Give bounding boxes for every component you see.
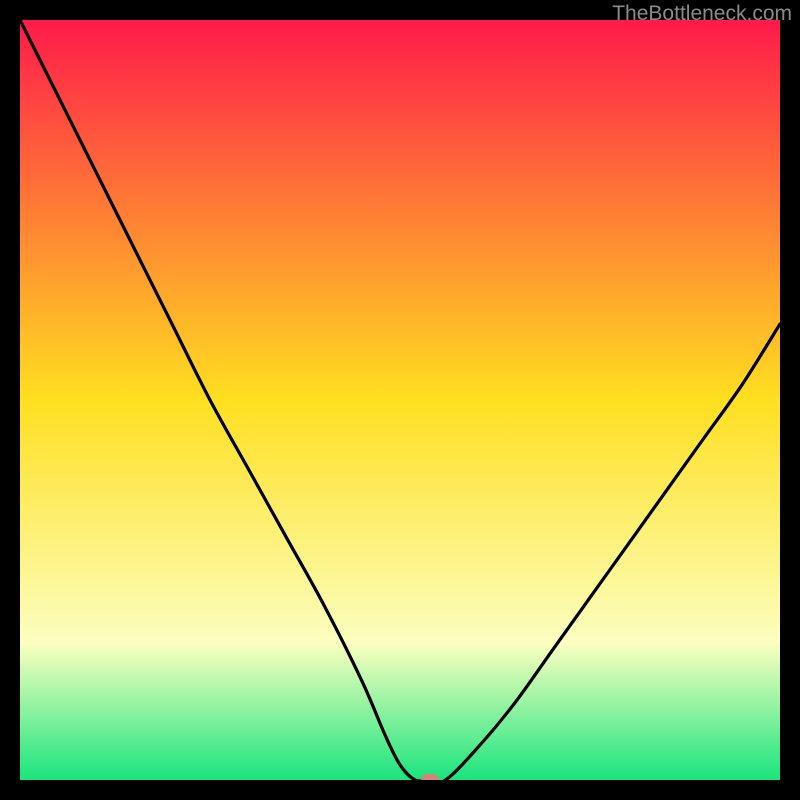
watermark-text: TheBottleneck.com — [612, 2, 792, 26]
bottleneck-curve — [20, 20, 780, 780]
plot-area — [20, 20, 780, 780]
optimal-marker — [421, 774, 439, 780]
chart-frame: TheBottleneck.com — [0, 0, 800, 800]
